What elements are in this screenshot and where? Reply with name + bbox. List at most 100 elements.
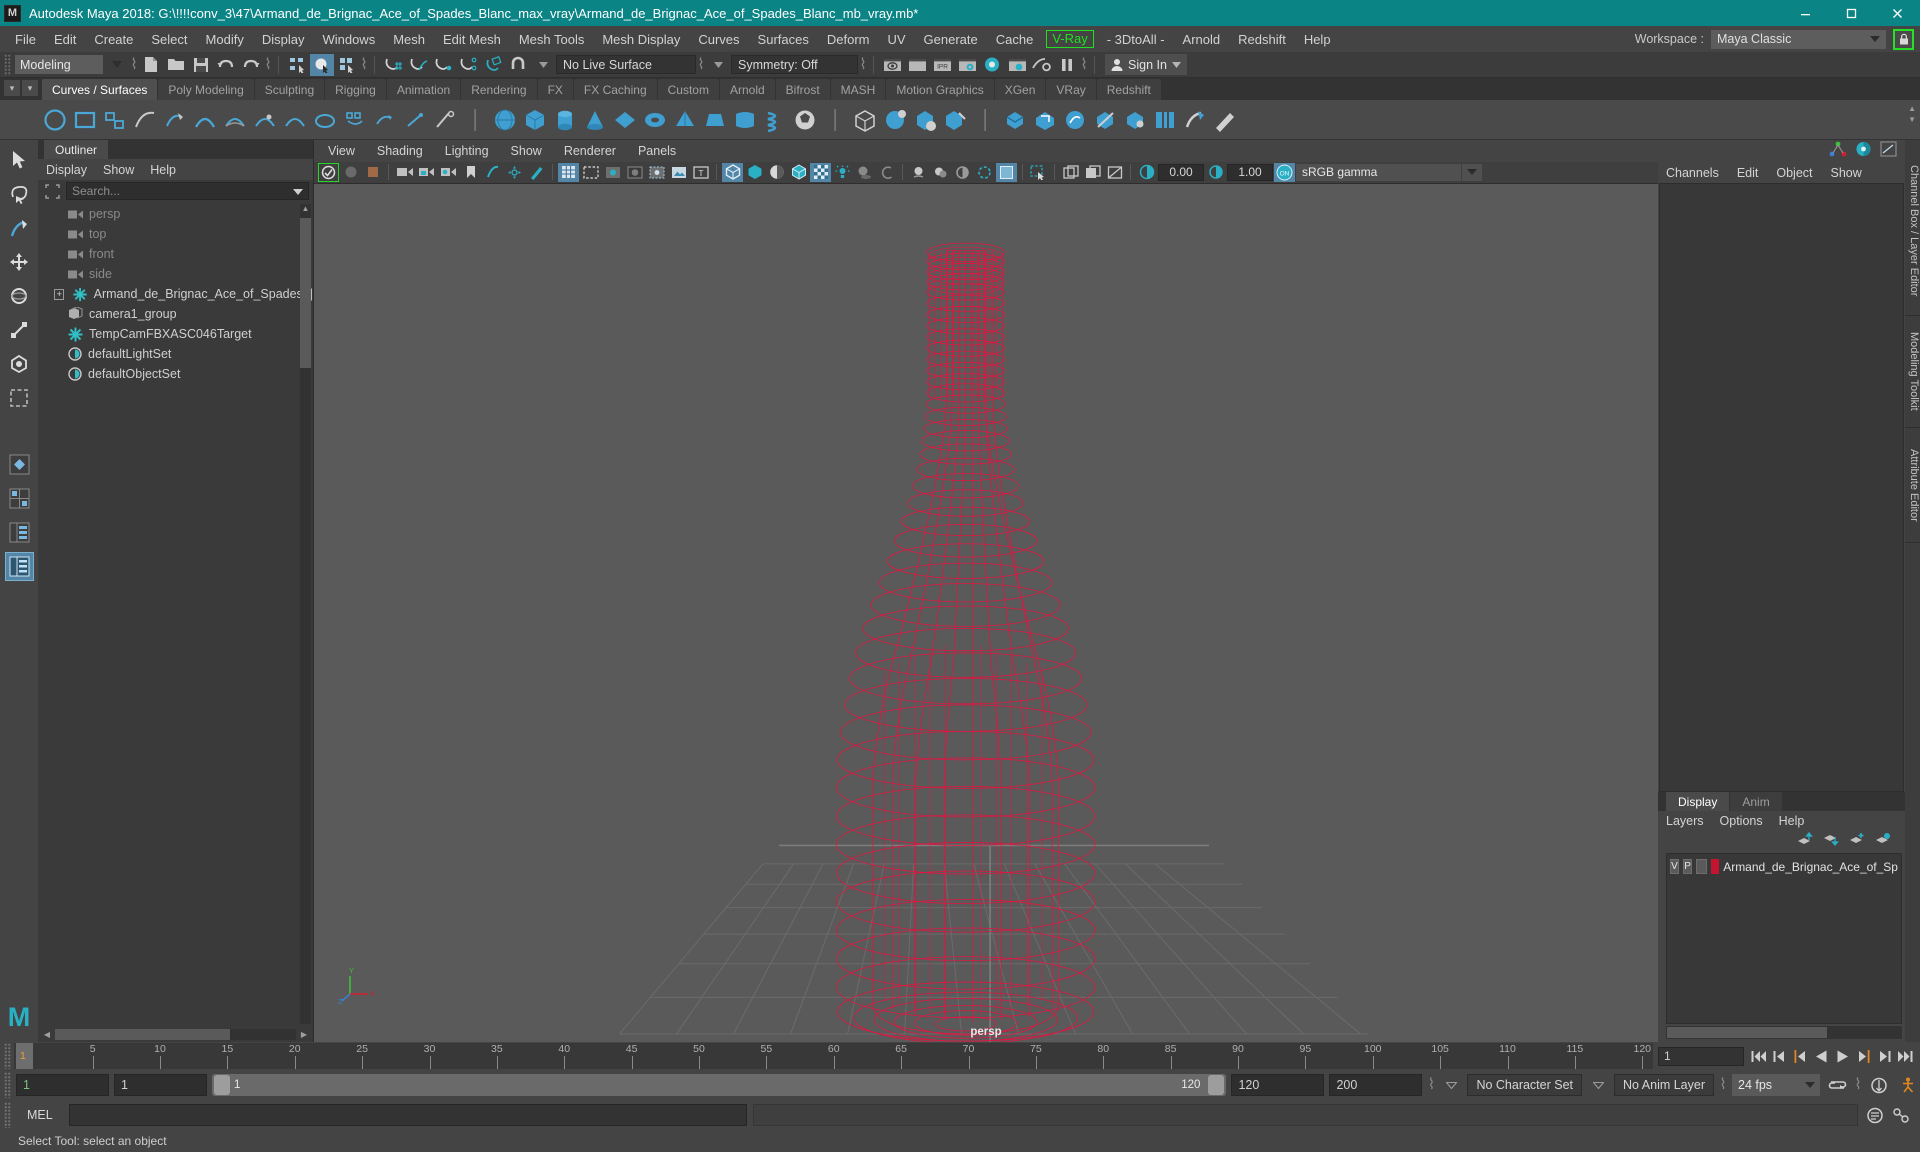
color-management-select[interactable]: sRGB gamma <box>1296 163 1461 181</box>
playback-speed-select[interactable]: 24 fps <box>1732 1074 1820 1096</box>
shelf-tab-poly-modeling[interactable]: Poly Modeling <box>158 79 254 100</box>
playback-start-time-field[interactable]: 1 <box>114 1074 207 1096</box>
menu-arnold[interactable]: Arnold <box>1174 30 1230 49</box>
select-by-object-icon[interactable] <box>310 53 334 76</box>
layer-list-scrollbar[interactable] <box>1666 1026 1902 1039</box>
rotate-tool[interactable] <box>6 282 33 309</box>
open-scene-icon[interactable] <box>164 54 188 76</box>
persp-graph-layout[interactable] <box>4 552 34 581</box>
scrollbar-thumb[interactable] <box>55 1028 230 1040</box>
menu-redshift[interactable]: Redshift <box>1229 30 1295 49</box>
screen-space-ao-icon[interactable] <box>876 163 897 182</box>
current-frame-field[interactable]: 1 <box>1658 1046 1744 1066</box>
add-selected-to-layer-icon[interactable] <box>1875 832 1891 851</box>
color-management-dropdown-icon[interactable] <box>1462 163 1482 181</box>
shelf-scroll-up-icon[interactable]: ▲ <box>1908 104 1916 113</box>
anim-layer-field[interactable]: No Anim Layer <box>1614 1074 1714 1096</box>
outliner-item-defaultobjectset[interactable]: defaultObjectSet <box>38 364 313 384</box>
menu-edit-mesh[interactable]: Edit Mesh <box>434 30 510 49</box>
live-surface-field[interactable]: No Live Surface <box>556 55 696 74</box>
shelf-tab-animation[interactable]: Animation <box>386 79 461 100</box>
loft-icon[interactable] <box>222 107 248 133</box>
multisample-aa-icon[interactable] <box>930 163 951 182</box>
layer-menu-layers[interactable]: Layers <box>1666 814 1704 828</box>
planar-icon[interactable] <box>252 107 278 133</box>
menu-windows[interactable]: Windows <box>313 30 384 49</box>
layer-type-toggle[interactable] <box>1696 859 1708 874</box>
extrude-icon[interactable] <box>312 107 338 133</box>
shelf-tab-xgen[interactable]: XGen <box>994 79 1046 100</box>
menu-uv[interactable]: UV <box>878 30 914 49</box>
nurbs-circle-icon[interactable] <box>42 107 68 133</box>
poly-sphere-icon[interactable] <box>492 107 518 133</box>
render-current-frame-icon[interactable] <box>880 54 904 76</box>
outliner-item-side[interactable]: side <box>38 264 313 284</box>
bevel-icon[interactable] <box>1002 107 1028 133</box>
play-backwards-icon[interactable] <box>1813 1047 1830 1065</box>
shaded-wireframe-icon[interactable] <box>788 163 809 182</box>
shelf-tab-custom[interactable]: Custom <box>657 79 719 100</box>
go-to-start-icon[interactable] <box>1750 1047 1767 1065</box>
lock-icon[interactable] <box>1893 28 1914 50</box>
redo-icon[interactable] <box>239 54 263 76</box>
channel-menu-edit[interactable]: Edit <box>1737 166 1759 180</box>
side-tab-channel-box[interactable]: Channel Box / Layer Editor <box>1905 146 1920 316</box>
range-slider-right-handle[interactable] <box>1208 1075 1225 1095</box>
step-back-frame-icon[interactable] <box>1792 1047 1809 1065</box>
boundary-icon[interactable] <box>372 107 398 133</box>
paint-select-tool[interactable] <box>6 214 33 241</box>
shelf-scroll-arrows[interactable]: ▲ ▼ <box>1908 104 1916 124</box>
select-by-component-icon[interactable] <box>335 54 359 76</box>
animation-start-time-field[interactable]: 1 <box>16 1074 109 1096</box>
shelf-scroll-down-icon[interactable]: ▼ <box>1908 115 1916 124</box>
snap-to-curve-icon[interactable] <box>406 54 430 76</box>
birail-icon[interactable] <box>342 107 368 133</box>
outliner-tab[interactable]: Outliner <box>44 140 109 159</box>
outliner-menu-display[interactable]: Display <box>46 163 87 177</box>
add-layer-icon[interactable] <box>1849 832 1865 851</box>
connect-components-icon[interactable] <box>1152 107 1178 133</box>
menu-vray[interactable]: V-Ray <box>1046 30 1094 48</box>
symmetry-dropdown-icon[interactable] <box>706 54 730 76</box>
four-view-layout[interactable] <box>6 485 33 512</box>
grease-pencil-icon[interactable] <box>526 163 547 182</box>
bookmark-camera-icon[interactable] <box>362 163 383 182</box>
two-d-pan-zoom-icon[interactable] <box>504 163 525 182</box>
poly-plane-icon[interactable] <box>612 107 638 133</box>
shelf-tab-bifrost[interactable]: Bifrost <box>775 79 830 100</box>
play-forwards-icon[interactable] <box>1834 1047 1851 1065</box>
panel-layout-icon-3[interactable] <box>1104 163 1125 182</box>
menu-mesh-tools[interactable]: Mesh Tools <box>510 30 594 49</box>
snap-to-grid-icon[interactable] <box>381 54 405 76</box>
toolbar-grip[interactable] <box>4 53 11 76</box>
side-tab-attribute-editor[interactable]: Attribute Editor <box>1905 428 1920 543</box>
shelf-tab-motion-graphics[interactable]: Motion Graphics <box>886 79 994 100</box>
snap-to-projected-center-icon[interactable] <box>456 54 480 76</box>
menu-help[interactable]: Help <box>1295 30 1340 49</box>
layer-visibility-toggle[interactable]: V <box>1670 859 1680 874</box>
sculpt-tool-icon[interactable] <box>1212 107 1238 133</box>
minimize-icon[interactable] <box>1782 0 1828 26</box>
show-manipulator-icon[interactable] <box>1829 141 1847 162</box>
menu-mesh-display[interactable]: Mesh Display <box>593 30 689 49</box>
outliner-vertical-scrollbar[interactable]: ▲ <box>300 204 311 1024</box>
command-line-grip[interactable] <box>4 1102 11 1128</box>
soft-modification-tool[interactable] <box>6 350 33 377</box>
menu-surfaces[interactable]: Surfaces <box>749 30 818 49</box>
command-language-label[interactable]: MEL <box>17 1108 63 1122</box>
outliner-item-persp[interactable]: persp <box>38 204 313 224</box>
outliner-item-tempcam[interactable]: TempCamFBXASC046Target <box>38 324 313 344</box>
viewport-menu-shading[interactable]: Shading <box>377 144 423 158</box>
ep-curve-tool-icon[interactable] <box>132 107 158 133</box>
select-by-hierarchy-icon[interactable] <box>285 54 309 76</box>
new-scene-icon[interactable] <box>139 54 163 76</box>
shelf-tab-fx[interactable]: FX <box>537 79 573 100</box>
range-slider-left-handle[interactable] <box>214 1075 230 1095</box>
poly-combine-icon[interactable] <box>912 107 938 133</box>
two-point-arc-icon[interactable] <box>102 107 128 133</box>
scale-tool[interactable] <box>6 316 33 343</box>
shelf-tab-arnold[interactable]: Arnold <box>719 79 775 100</box>
viewport-menu-view[interactable]: View <box>328 144 355 158</box>
snap-to-view-plane-icon[interactable] <box>481 54 505 76</box>
text-overlay-icon[interactable]: T <box>690 163 711 182</box>
